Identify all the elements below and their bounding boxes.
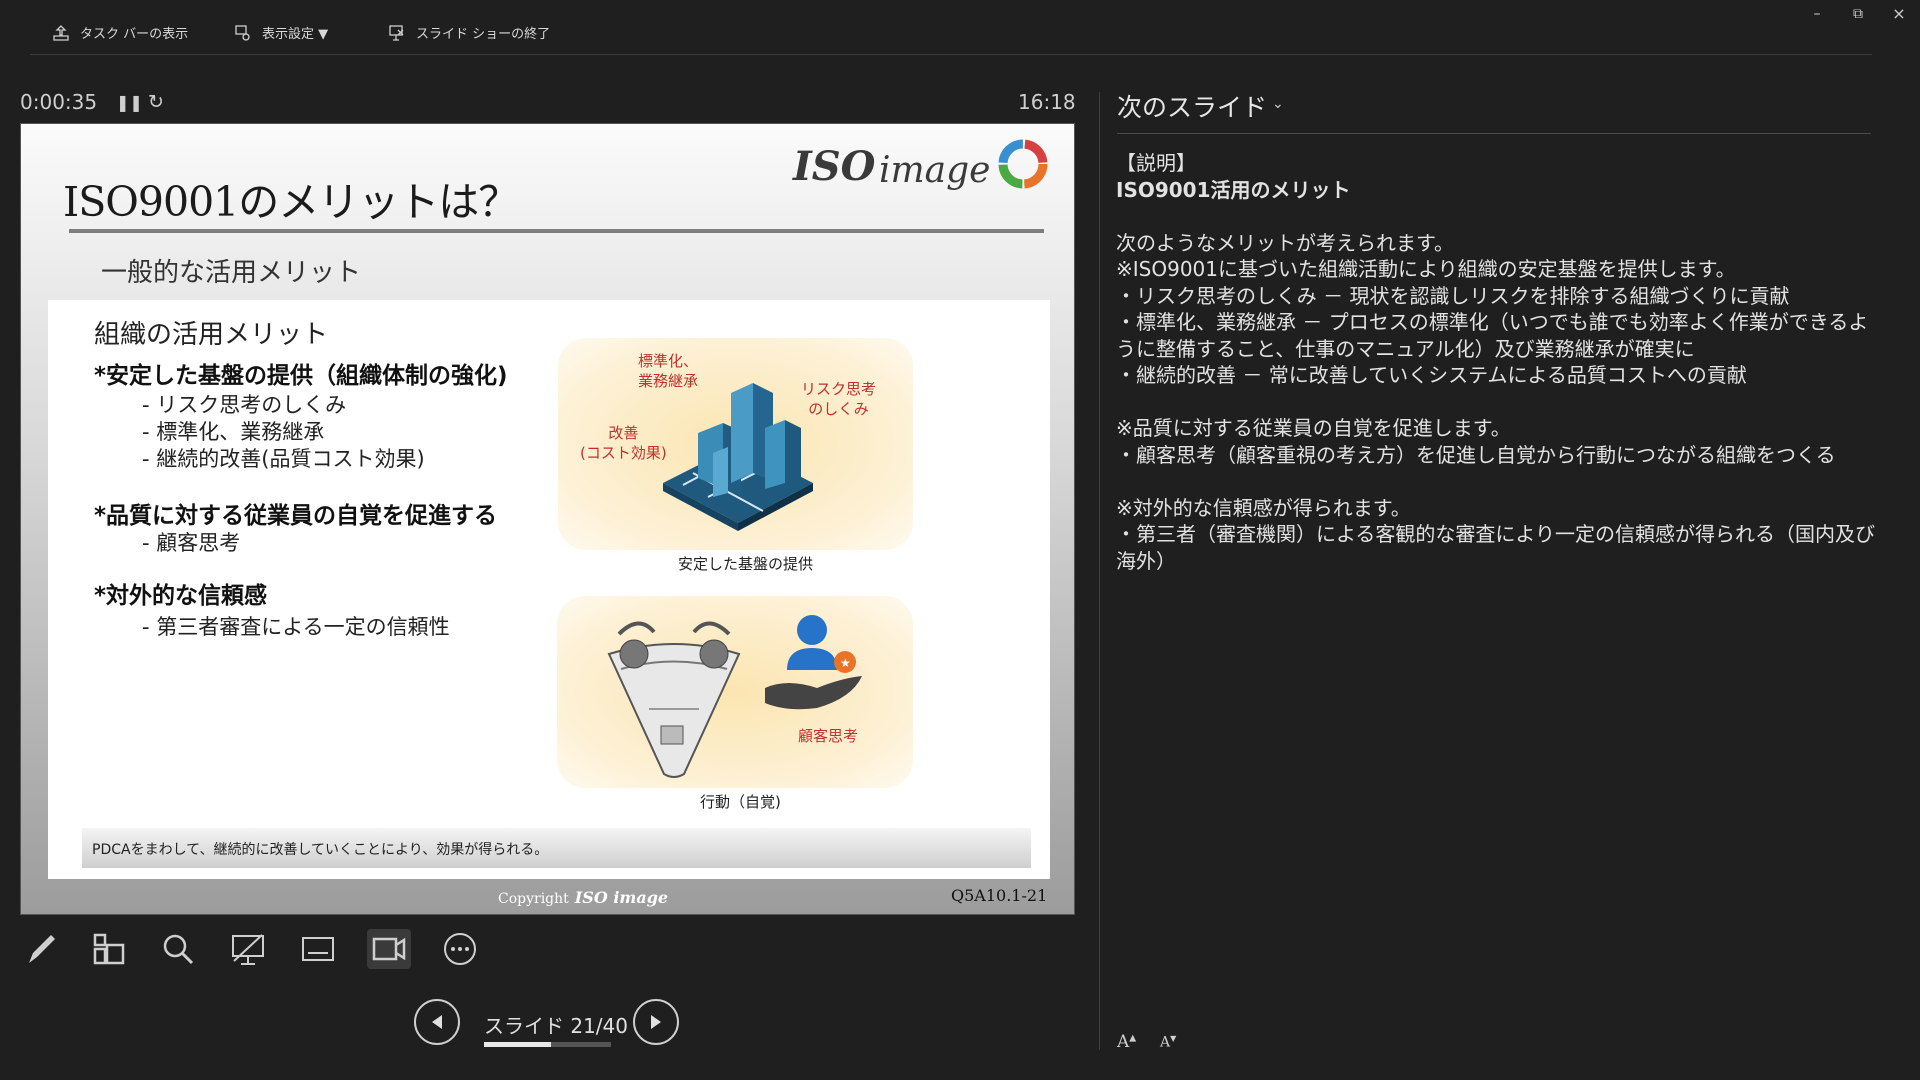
sub-point: - 標準化、業務継承 <box>142 420 325 444</box>
next-slide-heading[interactable]: 次のスライド <box>1117 88 1267 124</box>
next-arrow-icon <box>651 1015 661 1029</box>
point-1: *安定した基盤の提供（組織体制の強化) - リスク思考のしくみ - 標準化、業務… <box>94 356 508 473</box>
restore-button[interactable]: ⧉ <box>1843 6 1873 22</box>
sub-point: - リスク思考のしくみ <box>142 393 347 417</box>
pane-divider <box>1099 92 1100 1050</box>
toolbar-divider <box>30 54 1872 55</box>
svg-text:★: ★ <box>840 656 851 670</box>
notes-line: ※ISO9001に基づいた組織活動により組織の安定基盤を提供します。 <box>1116 257 1736 281</box>
svg-text:image: image <box>879 150 990 191</box>
camera-icon <box>372 937 406 961</box>
end-slideshow-button[interactable]: スライド ショーの終了 <box>388 23 550 42</box>
increase-font-button[interactable]: A▲ <box>1117 1032 1136 1052</box>
notes-line: 【説明】 <box>1116 151 1196 175</box>
notes-line: ・顧客思考（顧客重視の考え方）を促進し自覚から行動につながる組織をつくる <box>1116 442 1836 467</box>
black-screen-icon <box>232 934 264 965</box>
label-customer-thinking: 顧客思考 <box>798 727 859 745</box>
notes-line: 次のようなメリットが考えられます。 <box>1116 230 1454 255</box>
show-taskbar-label: タスク バーの表示 <box>80 27 189 42</box>
end-show-icon <box>389 24 404 41</box>
pen-tool-button[interactable] <box>21 929 61 969</box>
label-improvement: 改善 (コスト効果) <box>580 424 667 462</box>
subtitles-button[interactable] <box>298 929 338 969</box>
customer-hand-icon: ★ <box>765 615 862 710</box>
funnel-icon <box>607 621 741 778</box>
title-divider <box>69 229 1044 233</box>
all-slides-icon <box>93 933 125 965</box>
chevron-down-icon[interactable]: ⌄ <box>1272 96 1284 112</box>
point-title: *安定した基盤の提供（組織体制の強化) <box>94 363 508 389</box>
previous-slide-button[interactable] <box>414 999 460 1045</box>
slide-footer-bar: PDCAをまわして、継続的に改善していくことにより、効果が得られる。 <box>82 828 1031 868</box>
iso-image-logo: ISO image <box>791 132 1053 202</box>
upload-icon <box>53 24 69 41</box>
notes-line <box>1116 203 1876 230</box>
point-title: *品質に対する従業員の自覚を促進する <box>94 503 498 529</box>
see-all-slides-button[interactable] <box>89 929 129 969</box>
pause-icon[interactable]: ❚❚ <box>116 93 143 112</box>
more-icon <box>444 933 476 965</box>
display-settings-label: 表示設定 ▼ <box>262 27 329 42</box>
zoom-button[interactable] <box>158 929 198 969</box>
notes-line: ・第三者（審査機関）による客観的な審査により一定の信頼感が得られる（国内及び海外… <box>1116 522 1875 573</box>
slide-subtitle: 一般的な活用メリット <box>101 258 362 288</box>
prev-arrow-icon <box>432 1015 442 1029</box>
display-settings-icon <box>235 24 250 41</box>
awareness-illustration: ★ 顧客思考 <box>557 596 913 788</box>
current-clock: 16:18 <box>1018 90 1076 114</box>
buildings-icon <box>663 383 813 531</box>
zoom-icon <box>163 934 194 965</box>
close-button[interactable]: × <box>1884 4 1914 23</box>
stable-foundation-illustration: 標準化、 業務継承 リスク思考 のしくみ 改善 (コスト効果) <box>558 338 913 550</box>
minimize-button[interactable]: – <box>1802 6 1832 22</box>
top-toolbar: タスク バーの表示 表示設定 ▼ スライド ショーの終了 – ⧉ × <box>0 0 1920 58</box>
notes-line: ・リスク思考のしくみ － 現状を認識しリスクを排除する組織づくりに貢献 <box>1116 283 1790 308</box>
label-risk-thinking: リスク思考 のしくみ <box>801 380 877 418</box>
label-standardization: 標準化、 業務継承 <box>638 352 699 390</box>
caption-action-awareness: 行動（自覚) <box>700 793 781 811</box>
current-slide[interactable]: ISO9001のメリットは？ 一般的な活用メリット ISO image 組織の活… <box>20 123 1075 915</box>
sub-point: - 第三者審査による一定の信頼性 <box>142 615 450 639</box>
decrease-font-label: A <box>1160 1034 1171 1051</box>
end-slideshow-label: スライド ショーの終了 <box>416 27 551 42</box>
slide-progress-fill <box>484 1042 551 1047</box>
restart-icon[interactable]: ↻ <box>148 91 164 113</box>
caption-stable-foundation: 安定した基盤の提供 <box>678 555 814 573</box>
copyright: Copyright ISO image <box>498 888 668 907</box>
point-title: *対外的な信頼感 <box>94 583 268 609</box>
more-options-button[interactable] <box>440 929 480 969</box>
sub-point: - 顧客思考 <box>142 531 241 555</box>
notes-line: ・標準化、業務継承 － プロセスの標準化（いつでも誰でも効率よく作業ができるよう… <box>1116 310 1869 361</box>
decrease-font-button[interactable]: A▼ <box>1160 1034 1176 1051</box>
notes-line: ※品質に対する従業員の自覚を促進します。 <box>1116 416 1511 440</box>
footer-text: PDCAをまわして、継続的に改善していくことにより、効果が得られる。 <box>92 842 549 858</box>
svg-text:ISO: ISO <box>792 143 876 190</box>
point-3: *対外的な信頼感 - 第三者審査による一定の信頼性 <box>94 576 450 641</box>
copyright-brand: ISO image <box>574 888 669 907</box>
speaker-notes[interactable]: 【説明】 ISO9001活用のメリット 次のようなメリットが考えられます。 ※I… <box>1116 150 1876 574</box>
pen-icon <box>29 935 55 963</box>
notes-line <box>1116 389 1876 416</box>
slide-code: Q5A10.1-21 <box>951 886 1048 905</box>
notes-line: ISO9001活用のメリット <box>1116 177 1351 202</box>
black-screen-button[interactable] <box>228 929 268 969</box>
increase-font-label: A <box>1117 1032 1130 1052</box>
camera-button[interactable] <box>367 929 411 969</box>
content-panel: 組織の活用メリット *安定した基盤の提供（組織体制の強化) - リスク思考のしく… <box>48 300 1050 879</box>
subtitles-icon <box>302 937 334 961</box>
next-slide-divider <box>1117 133 1871 134</box>
copyright-label: Copyright <box>498 891 569 907</box>
point-2: *品質に対する従業員の自覚を促進する - 顧客思考 <box>94 496 497 557</box>
notes-line <box>1116 468 1876 495</box>
next-slide-button[interactable] <box>633 999 679 1045</box>
panel-heading: 組織の活用メリット <box>94 320 329 350</box>
slide-title: ISO9001のメリットは？ <box>63 178 519 226</box>
sub-point: - 継続的改善(品質コスト効果) <box>142 447 425 471</box>
notes-line: ・継続的改善 － 常に改善していくシステムによる品質コストへの貢献 <box>1116 363 1747 387</box>
slide-counter: スライド 21/40 <box>484 1014 628 1038</box>
show-taskbar-button[interactable]: タスク バーの表示 <box>52 23 188 42</box>
display-settings-button[interactable]: 表示設定 ▼ <box>234 23 328 42</box>
elapsed-time: 0:00:35 <box>20 90 98 114</box>
notes-line: ※対外的な信頼感が得られます。 <box>1116 495 1411 520</box>
